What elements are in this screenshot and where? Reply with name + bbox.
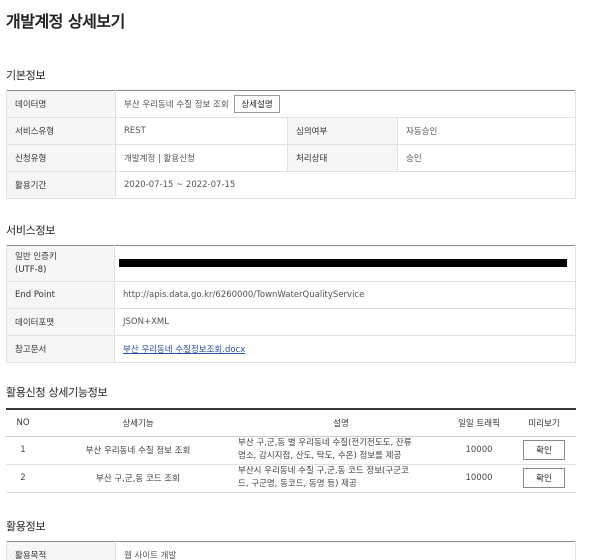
data-name-value: 부산 우리동네 수질 정보 조회 bbox=[124, 100, 229, 110]
row-preview-cell: 확인 bbox=[512, 464, 576, 493]
service-info-table: 일반 인증키 (UTF-8) End Point http://apis.dat… bbox=[6, 245, 576, 363]
row-function: 부산 우리동네 수질 정보 조회 bbox=[40, 436, 236, 465]
row-preview-cell: 확인 bbox=[512, 436, 576, 465]
endpoint-label: End Point bbox=[6, 281, 115, 309]
reference-doc-cell: 부산 우리동네 수질정보조회.docx bbox=[114, 335, 576, 363]
reference-doc-link[interactable]: 부산 우리동네 수질정보조회.docx bbox=[123, 345, 245, 355]
row-function: 부산 구,군,동 코드 조회 bbox=[40, 464, 236, 493]
detail-button[interactable]: 상세설명 bbox=[234, 95, 280, 113]
row-description-line1: 부산 구,군,동 별 우리동네 수질(전기전도도, 잔류 bbox=[238, 438, 412, 448]
row-description-line1: 부산시 우리동네 수질 구,군,동 코드 정보(구군코 bbox=[238, 466, 409, 476]
request-type-label: 신청유형 bbox=[6, 144, 116, 172]
purpose-label: 활용목적 bbox=[6, 541, 116, 560]
service-type-label: 서비스유형 bbox=[6, 117, 116, 145]
col-preview: 미리보기 bbox=[512, 409, 576, 437]
api-key-label-line1: 일반 인증키 bbox=[15, 251, 57, 262]
col-no: NO bbox=[6, 409, 40, 437]
status-label: 처리상태 bbox=[287, 144, 398, 172]
purpose-value: 웹 사이트 개발 bbox=[115, 541, 576, 560]
data-name-label: 데이터명 bbox=[6, 90, 116, 118]
review-label: 심의여부 bbox=[287, 117, 398, 145]
col-function: 상세기능 bbox=[40, 409, 236, 437]
row-description: 부산 구,군,동 별 우리동네 수질(전기전도도, 잔류 염소, 감시지점, 산… bbox=[236, 436, 446, 465]
function-info-title: 활용신청 상세기능정보 bbox=[6, 386, 108, 399]
usage-info-table: 활용목적 웹 사이트 개발 bbox=[6, 541, 576, 560]
row-description-line2: 드, 구군명, 동코드, 동명 등) 제공 bbox=[238, 479, 357, 489]
review-value: 자동승인 bbox=[397, 117, 576, 145]
table-row: 2 부산 구,군,동 코드 조회 부산시 우리동네 수질 구,군,동 코드 정보… bbox=[6, 464, 576, 493]
col-description: 설명 bbox=[236, 409, 446, 437]
function-table: NO 상세기능 설명 일일 트래픽 미리보기 1 부산 우리동네 수질 정보 조… bbox=[6, 408, 576, 493]
basic-info-table: 데이터명 부산 우리동네 수질 정보 조회 상세설명 서비스유형 REST 심의… bbox=[6, 90, 576, 199]
request-type-value: 개발계정 | 활용신청 bbox=[115, 144, 288, 172]
api-key-value bbox=[114, 245, 576, 282]
period-label: 활용기간 bbox=[6, 171, 116, 199]
page-title: 개발계정 상세보기 bbox=[6, 12, 125, 31]
table-row: 1 부산 우리동네 수질 정보 조회 부산 구,군,동 별 우리동네 수질(전기… bbox=[6, 436, 576, 465]
api-key-label-line2: (UTF-8) bbox=[15, 264, 47, 275]
row-traffic: 10000 bbox=[446, 464, 512, 493]
function-table-header: NO 상세기능 설명 일일 트래픽 미리보기 bbox=[6, 409, 576, 437]
api-key-label: 일반 인증키 (UTF-8) bbox=[6, 245, 115, 282]
row-no: 1 bbox=[6, 436, 40, 465]
reference-doc-label: 참고문서 bbox=[6, 335, 115, 363]
redacted-key bbox=[119, 259, 567, 267]
service-type-value: REST bbox=[115, 117, 288, 145]
status-value: 승인 bbox=[397, 144, 576, 172]
row-traffic: 10000 bbox=[446, 436, 512, 465]
col-traffic: 일일 트래픽 bbox=[446, 409, 512, 437]
confirm-button[interactable]: 확인 bbox=[523, 440, 565, 460]
endpoint-value: http://apis.data.go.kr/6260000/TownWater… bbox=[114, 281, 576, 309]
basic-info-title: 기본정보 bbox=[6, 69, 46, 82]
row-description: 부산시 우리동네 수질 구,군,동 코드 정보(구군코 드, 구군명, 동코드,… bbox=[236, 464, 446, 493]
row-no: 2 bbox=[6, 464, 40, 493]
data-format-label: 데이터포맷 bbox=[6, 308, 115, 336]
usage-info-title: 활용정보 bbox=[6, 520, 46, 533]
confirm-button[interactable]: 확인 bbox=[523, 468, 565, 488]
row-description-line2: 염소, 감시지점, 산도, 탁도, 수온) 정보를 제공 bbox=[238, 451, 402, 461]
data-name-cell: 부산 우리동네 수질 정보 조회 상세설명 bbox=[115, 90, 576, 118]
period-value: 2020-07-15 ~ 2022-07-15 bbox=[115, 171, 576, 199]
service-info-title: 서비스정보 bbox=[6, 224, 56, 237]
data-format-value: JSON+XML bbox=[114, 308, 576, 336]
